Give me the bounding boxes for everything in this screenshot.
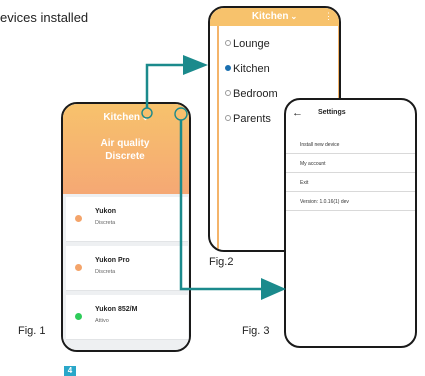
highlight-circle-chevron xyxy=(141,107,153,119)
connector-overlay xyxy=(141,55,286,300)
page-number-badge: 4 xyxy=(64,366,76,376)
caption-fig3: Fig. 3 xyxy=(242,325,270,337)
connector-arrow-icon xyxy=(261,278,286,300)
caption-fig1: Fig. 1 xyxy=(18,325,46,337)
highlight-circle-menu xyxy=(174,107,188,121)
caption-fig2: Fig.2 xyxy=(209,256,234,268)
connector-arrow-icon xyxy=(183,55,208,75)
connector-line-fig2 xyxy=(145,63,185,108)
